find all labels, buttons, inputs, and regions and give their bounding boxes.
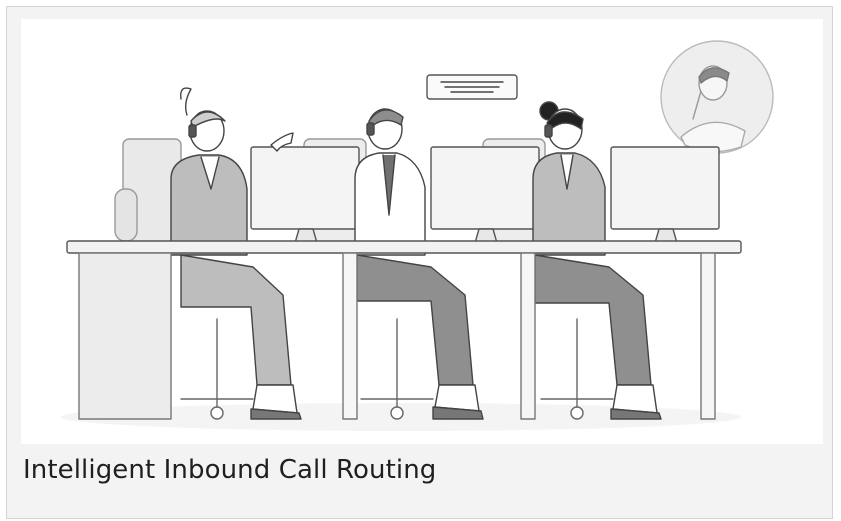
feature-card[interactable]: Intelligent Inbound Call Routing [6,6,833,519]
message-bubble-icon [426,74,518,100]
call-center-illustration [21,19,823,444]
caller-avatar-icon [660,40,774,154]
card-caption: Intelligent Inbound Call Routing [23,455,437,485]
